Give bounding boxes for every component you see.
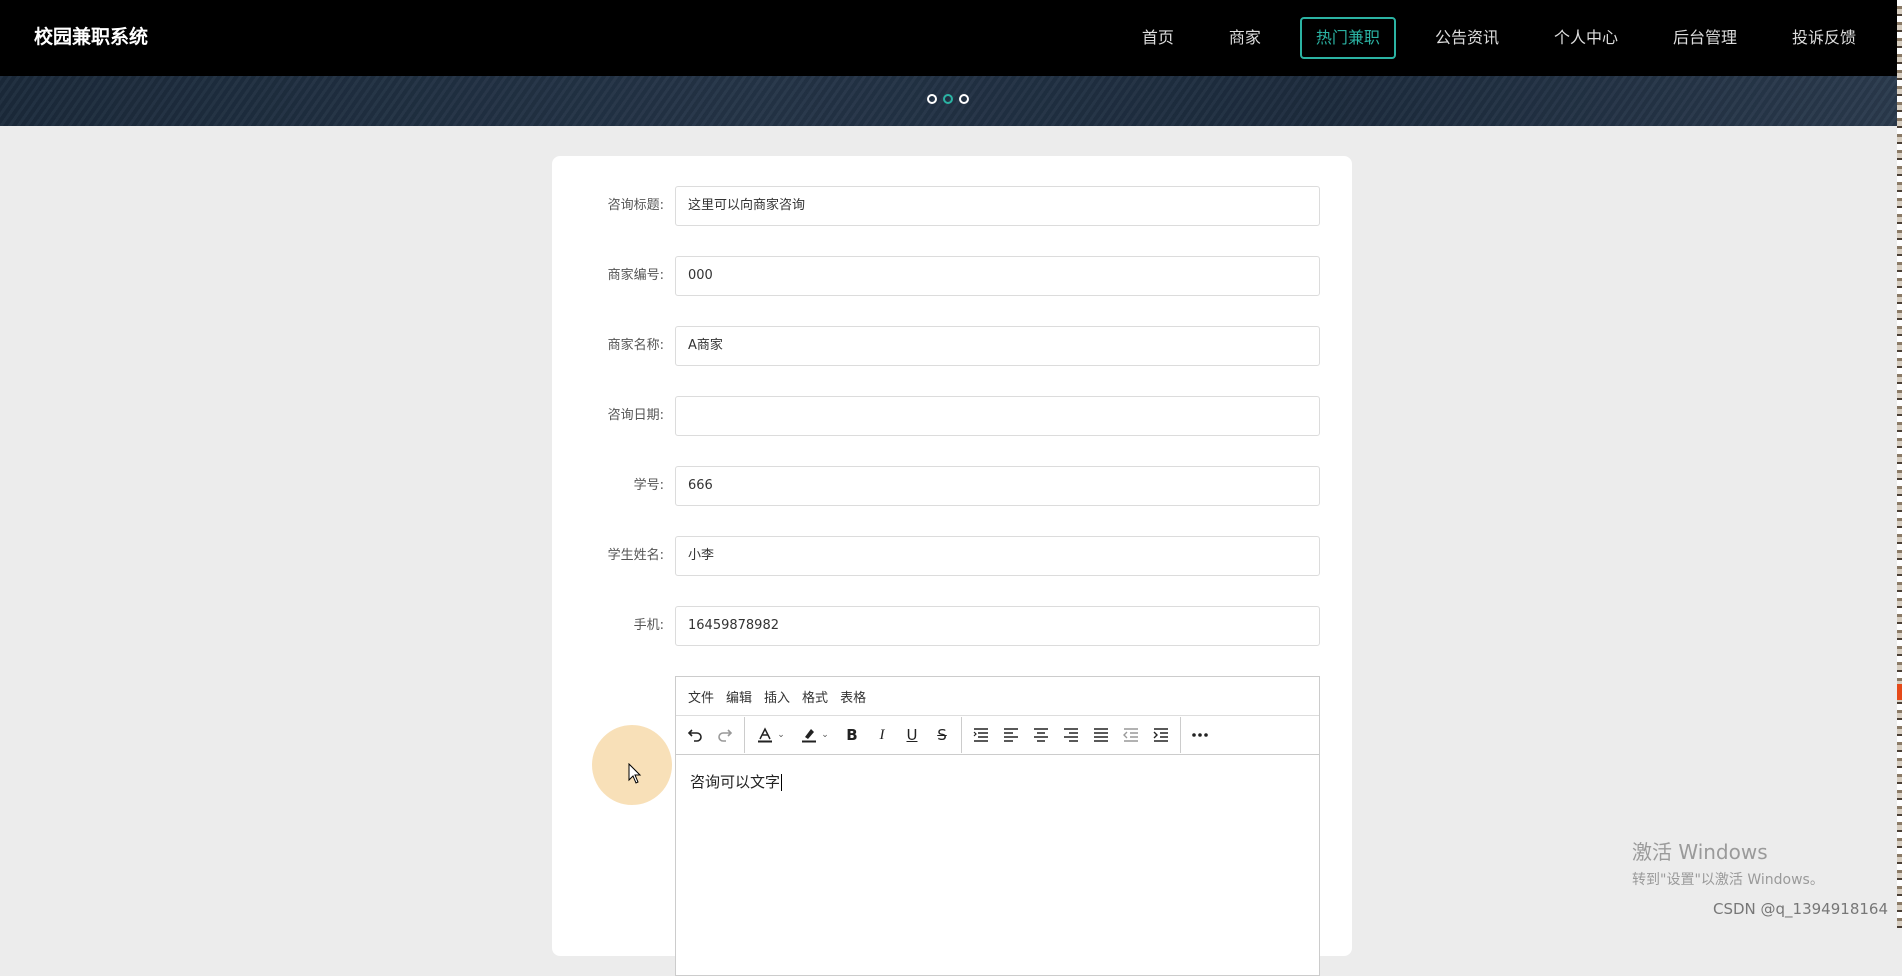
field-label-merchant-id: 商家编号: <box>607 268 664 283</box>
editor-toolbar: ⌄ ⌄ B I U S <box>676 716 1319 755</box>
editor-menu-table[interactable]: 表格 <box>834 687 872 706</box>
windows-watermark-subtitle: 转到"设置"以激活 Windows。 <box>1632 872 1824 888</box>
form-row-merchant-id: 商家编号: 000 <box>552 256 1352 296</box>
form-row-student-id: 学号: 666 <box>552 466 1352 506</box>
redo-icon[interactable] <box>710 720 740 750</box>
consult-title-input[interactable]: 这里可以向商家咨询 <box>675 186 1320 226</box>
highlight-color-icon[interactable]: ⌄ <box>793 720 837 750</box>
line-height-icon[interactable] <box>966 720 996 750</box>
windows-activation-watermark: 激活 Windows 转到"设置"以激活 Windows。 <box>1632 836 1824 889</box>
main-nav: 首页 商家 热门兼职 公告资讯 个人中心 后台管理 投诉反馈 <box>1126 0 1897 76</box>
outdent-icon[interactable] <box>1116 720 1146 750</box>
toolbar-separator <box>961 717 962 753</box>
field-label-consult-date: 咨询日期: <box>607 408 664 423</box>
carousel-dots <box>927 94 969 104</box>
csdn-watermark: CSDN @q_1394918164 <box>1713 900 1888 918</box>
form-row-consult-date: 咨询日期: <box>552 396 1352 436</box>
editor-menu-edit[interactable]: 编辑 <box>720 687 758 706</box>
editor-content-text: 咨询可以文字 <box>690 773 781 791</box>
align-left-icon[interactable] <box>996 720 1026 750</box>
field-label-merchant-name: 商家名称: <box>607 338 664 353</box>
right-edge-strip <box>1897 0 1902 928</box>
nav-item-admin[interactable]: 后台管理 <box>1657 17 1753 59</box>
student-name-input[interactable]: 小李 <box>675 536 1320 576</box>
form-row-title: 咨询标题: 这里可以向商家咨询 <box>552 186 1352 226</box>
consult-date-input[interactable] <box>675 396 1320 436</box>
strikethrough-icon[interactable]: S <box>927 720 957 750</box>
bold-icon[interactable]: B <box>837 720 867 750</box>
student-id-input[interactable]: 666 <box>675 466 1320 506</box>
form-row-student-name: 学生姓名: 小李 <box>552 536 1352 576</box>
toolbar-separator <box>744 717 745 753</box>
underline-icon[interactable]: U <box>897 720 927 750</box>
indent-icon[interactable] <box>1146 720 1176 750</box>
text-color-icon[interactable]: ⌄ <box>749 720 793 750</box>
editor-menu-insert[interactable]: 插入 <box>758 687 796 706</box>
editor-content-area[interactable]: 咨询可以文字 <box>676 755 1319 808</box>
editor-menubar: 文件 编辑 插入 格式 表格 <box>676 677 1319 716</box>
carousel-dot-2[interactable] <box>943 94 953 104</box>
justify-icon[interactable] <box>1086 720 1116 750</box>
carousel-dot-3[interactable] <box>959 94 969 104</box>
align-center-icon[interactable] <box>1026 720 1056 750</box>
windows-watermark-title: 激活 Windows <box>1632 840 1768 864</box>
editor-menu-format[interactable]: 格式 <box>796 687 834 706</box>
rich-text-editor: 文件 编辑 插入 格式 表格 ⌄ ⌄ B I U S 咨询可以文字 <box>675 676 1320 976</box>
mouse-pointer-icon <box>628 763 642 784</box>
nav-item-hot-jobs[interactable]: 热门兼职 <box>1299 17 1396 59</box>
nav-item-complaints[interactable]: 投诉反馈 <box>1776 17 1872 59</box>
italic-icon[interactable]: I <box>867 720 897 750</box>
align-right-icon[interactable] <box>1056 720 1086 750</box>
consult-form-card: 咨询标题: 这里可以向商家咨询 商家编号: 000 商家名称: A商家 咨询日期… <box>552 156 1352 976</box>
nav-item-announcements[interactable]: 公告资讯 <box>1419 17 1515 59</box>
field-label-title: 咨询标题: <box>607 198 664 213</box>
site-brand[interactable]: 校园兼职系统 <box>34 22 148 49</box>
merchant-name-input[interactable]: A商家 <box>675 326 1320 366</box>
editor-menu-file[interactable]: 文件 <box>682 687 720 706</box>
form-row-merchant-name: 商家名称: A商家 <box>552 326 1352 366</box>
undo-icon[interactable] <box>680 720 710 750</box>
nav-item-home[interactable]: 首页 <box>1126 17 1190 59</box>
nav-item-merchants[interactable]: 商家 <box>1213 17 1277 59</box>
banner-carousel <box>0 76 1897 126</box>
toolbar-separator <box>1180 717 1181 753</box>
nav-item-personal-center[interactable]: 个人中心 <box>1538 17 1634 59</box>
top-navbar: 校园兼职系统 首页 商家 热门兼职 公告资讯 个人中心 后台管理 投诉反馈 <box>0 0 1897 76</box>
field-label-phone: 手机: <box>633 618 664 633</box>
field-label-student-name: 学生姓名: <box>607 548 664 563</box>
phone-input[interactable]: 16459878982 <box>675 606 1320 646</box>
more-icon[interactable] <box>1185 720 1215 750</box>
form-row-phone: 手机: 16459878982 <box>552 606 1352 646</box>
text-cursor <box>781 774 783 791</box>
merchant-id-input[interactable]: 000 <box>675 256 1320 296</box>
field-label-student-id: 学号: <box>633 478 664 493</box>
carousel-dot-1[interactable] <box>927 94 937 104</box>
